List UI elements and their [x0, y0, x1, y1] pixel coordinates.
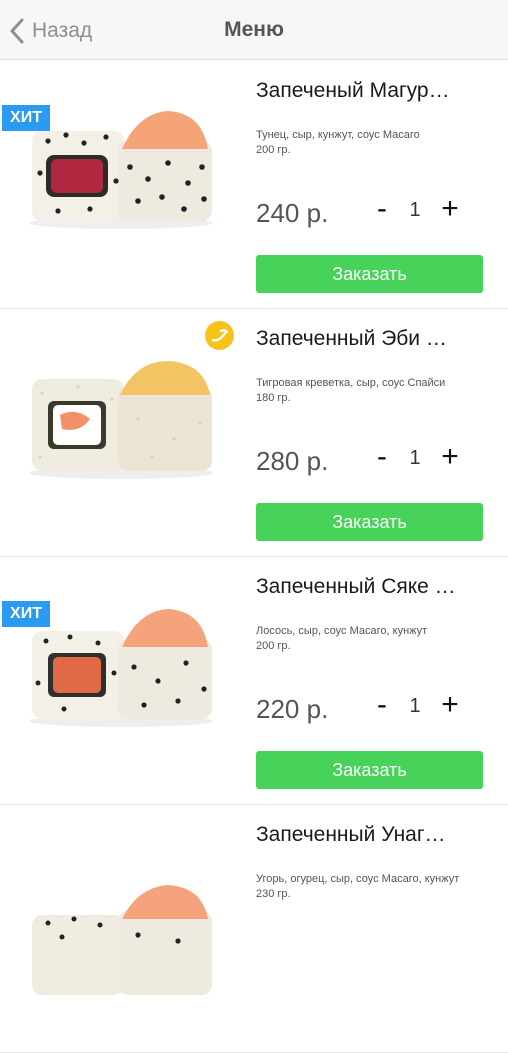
product-description: Тунец, сыр, кунжут, соус Масаго 200 гр.	[256, 129, 420, 156]
product-card: ХИТ Запеченый Магур… Тунец, сыр, кунжут,…	[0, 61, 508, 309]
hit-badge: ХИТ	[2, 601, 50, 627]
product-card: Запеченный Эби … Тигровая креветка, сыр,…	[0, 309, 508, 557]
product-name[interactable]: Запеченный Унаг…	[256, 823, 496, 847]
order-button[interactable]: Заказать	[256, 255, 483, 293]
spicy-icon	[211, 329, 228, 342]
product-price: 240 р.	[256, 198, 329, 228]
spicy-badge	[205, 321, 234, 350]
quantity-value: 1	[409, 447, 421, 469]
product-name[interactable]: Запеченый Магур…	[256, 79, 496, 103]
product-photo[interactable]	[18, 845, 230, 995]
product-price: 280 р.	[256, 446, 329, 476]
quantity-decrease-button[interactable]: -	[367, 685, 397, 725]
product-name[interactable]: Запеченный Сяке …	[256, 575, 496, 599]
order-button[interactable]: Заказать	[256, 751, 483, 789]
product-name[interactable]: Запеченный Эби …	[256, 327, 496, 351]
page-title: Меню	[224, 18, 284, 41]
hit-badge: ХИТ	[2, 105, 50, 131]
quantity-value: 1	[409, 199, 421, 221]
product-price: 220 р.	[256, 694, 329, 724]
navigation-bar: Назад Меню	[0, 0, 508, 60]
product-photo[interactable]	[18, 349, 230, 499]
product-description: Лосось, сыр, соус Масаго, кунжут 200 гр.	[256, 625, 428, 652]
quantity-increase-button[interactable]: +	[435, 437, 465, 477]
order-button[interactable]: Заказать	[256, 503, 483, 541]
quantity-decrease-button[interactable]: -	[367, 437, 397, 477]
quantity-value: 1	[409, 695, 421, 717]
product-description: Угорь, огурец, сыр, соус Масаго, кунжут …	[256, 873, 460, 900]
quantity-increase-button[interactable]: +	[435, 685, 465, 725]
product-card: ХИТ Запеченный Сяке … Лосось, сыр, соус …	[0, 557, 508, 805]
product-card: Запеченный Унаг… Угорь, огурец, сыр, соу…	[0, 805, 508, 1053]
quantity-decrease-button[interactable]: -	[367, 189, 397, 229]
product-description: Тигровая креветка, сыр, соус Спайси 180 …	[256, 377, 446, 404]
quantity-increase-button[interactable]: +	[435, 189, 465, 229]
